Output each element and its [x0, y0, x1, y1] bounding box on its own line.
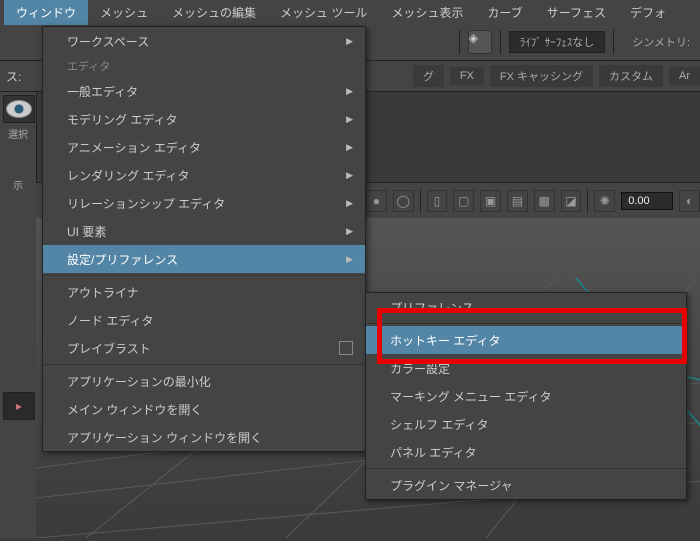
gate-icon[interactable]: ▯ [427, 190, 448, 212]
menuitem-outliner[interactable]: アウトライナ [43, 278, 365, 306]
ring-icon[interactable]: ◯ [393, 190, 414, 212]
toolbox-left: 選択 示 ▸ [0, 92, 37, 538]
submenu-plugin-manager[interactable]: プラグイン マネージャ [366, 471, 686, 499]
menuitem-general-editors[interactable]: 一般エディタ [43, 77, 365, 105]
menu-deform[interactable]: デフォ [618, 0, 678, 25]
toolbar-separator [459, 30, 460, 54]
toolbar-separator [587, 189, 588, 213]
shelf-tab-fxcache[interactable]: FX キャッシング [490, 65, 593, 87]
menu-surfaces[interactable]: サーフェス [535, 0, 618, 25]
menuitem-playblast[interactable]: プレイブラスト [43, 334, 365, 362]
menu-separator [366, 468, 686, 469]
gamma-icon[interactable]: ◐ [679, 190, 700, 212]
playblast-optionbox-icon[interactable] [339, 341, 353, 355]
menuitem-animation-editors[interactable]: アニメーション エディタ [43, 133, 365, 161]
menuitem-node-editor[interactable]: ノード エディタ [43, 306, 365, 334]
menuitem-minimize-app[interactable]: アプリケーションの最小化 [43, 367, 365, 395]
menuitem-rendering-editors[interactable]: レンダリング エディタ [43, 161, 365, 189]
menu-mesh-display[interactable]: メッシュ表示 [379, 0, 475, 25]
menu-mesh-tools[interactable]: メッシュ ツール [268, 0, 379, 25]
live-surface-combo[interactable]: ﾗｲﾌﾞ ｻｰﾌｪｽなし [509, 31, 606, 53]
toolbar-separator [613, 30, 614, 54]
shelf-tab-fx[interactable]: FX [450, 67, 484, 85]
eye-icon[interactable] [3, 95, 35, 123]
shelf-tab-custom[interactable]: カスタム [599, 65, 663, 87]
window-menu-dropdown: ワークスペース エディタ 一般エディタ モデリング エディタ アニメーション エ… [42, 26, 366, 452]
exposure-field[interactable] [621, 192, 673, 210]
menu-header-editors: エディタ [43, 55, 365, 77]
shelf-leading: ス: [6, 68, 21, 85]
menubar: ウィンドウ メッシュ メッシュの編集 メッシュ ツール メッシュ表示 カーブ サ… [0, 0, 700, 24]
iso-icon[interactable]: ▣ [480, 190, 501, 212]
menuitem-workspace[interactable]: ワークスペース [43, 27, 365, 55]
playblast-icon[interactable]: ▸ [3, 392, 35, 420]
menu-edit-mesh[interactable]: メッシュの編集 [160, 0, 268, 25]
menuitem-raise-app[interactable]: アプリケーション ウィンドウを開く [43, 423, 365, 451]
menu-mesh[interactable]: メッシュ [88, 0, 160, 25]
flat-icon[interactable]: ◪ [561, 190, 582, 212]
toolbar-separator [500, 30, 501, 54]
submenu-color-settings[interactable]: カラー設定 [366, 354, 686, 382]
submenu-shelf-editor[interactable]: シェルフ エディタ [366, 410, 686, 438]
select-label: 選択 [0, 126, 36, 141]
menu-separator [366, 323, 686, 324]
symmetry-label[interactable]: シンメトリ: [622, 32, 700, 52]
exposure-icon[interactable]: ✺ [594, 190, 615, 212]
circle-icon[interactable]: ● [366, 190, 387, 212]
submenu-hotkey-editor[interactable]: ホットキー エディタ [366, 326, 686, 354]
menuitem-settings-preferences[interactable]: 設定/プリファレンス [43, 245, 365, 273]
settings-submenu: プリファレンス ホットキー エディタ カラー設定 マーキング メニュー エディタ… [365, 292, 687, 500]
menu-curves[interactable]: カーブ [475, 0, 534, 25]
menu-separator [43, 364, 365, 365]
submenu-preferences[interactable]: プリファレンス [366, 293, 686, 321]
menu-separator [43, 275, 365, 276]
menuitem-raise-main[interactable]: メイン ウィンドウを開く [43, 395, 365, 423]
submenu-marking-menu[interactable]: マーキング メニュー エディタ [366, 382, 686, 410]
display-label: 示 [0, 177, 36, 192]
wire-icon[interactable]: ▩ [534, 190, 555, 212]
menuitem-relationship-editors[interactable]: リレーションシップ エディタ [43, 189, 365, 217]
shelf-tab[interactable]: グ [413, 65, 444, 87]
menuitem-ui-elements[interactable]: UI 要素 [43, 217, 365, 245]
submenu-panel-editor[interactable]: パネル エディタ [366, 438, 686, 466]
snap-icon[interactable]: ◈ [468, 30, 492, 54]
menuitem-modeling-editors[interactable]: モデリング エディタ [43, 105, 365, 133]
shelf-tab-ar[interactable]: Ar [669, 67, 700, 85]
xray-icon[interactable]: ▤ [507, 190, 528, 212]
select-tool-icon[interactable]: ▢ [453, 190, 474, 212]
menu-window[interactable]: ウィンドウ [4, 0, 88, 25]
toolbar-separator [420, 189, 421, 213]
